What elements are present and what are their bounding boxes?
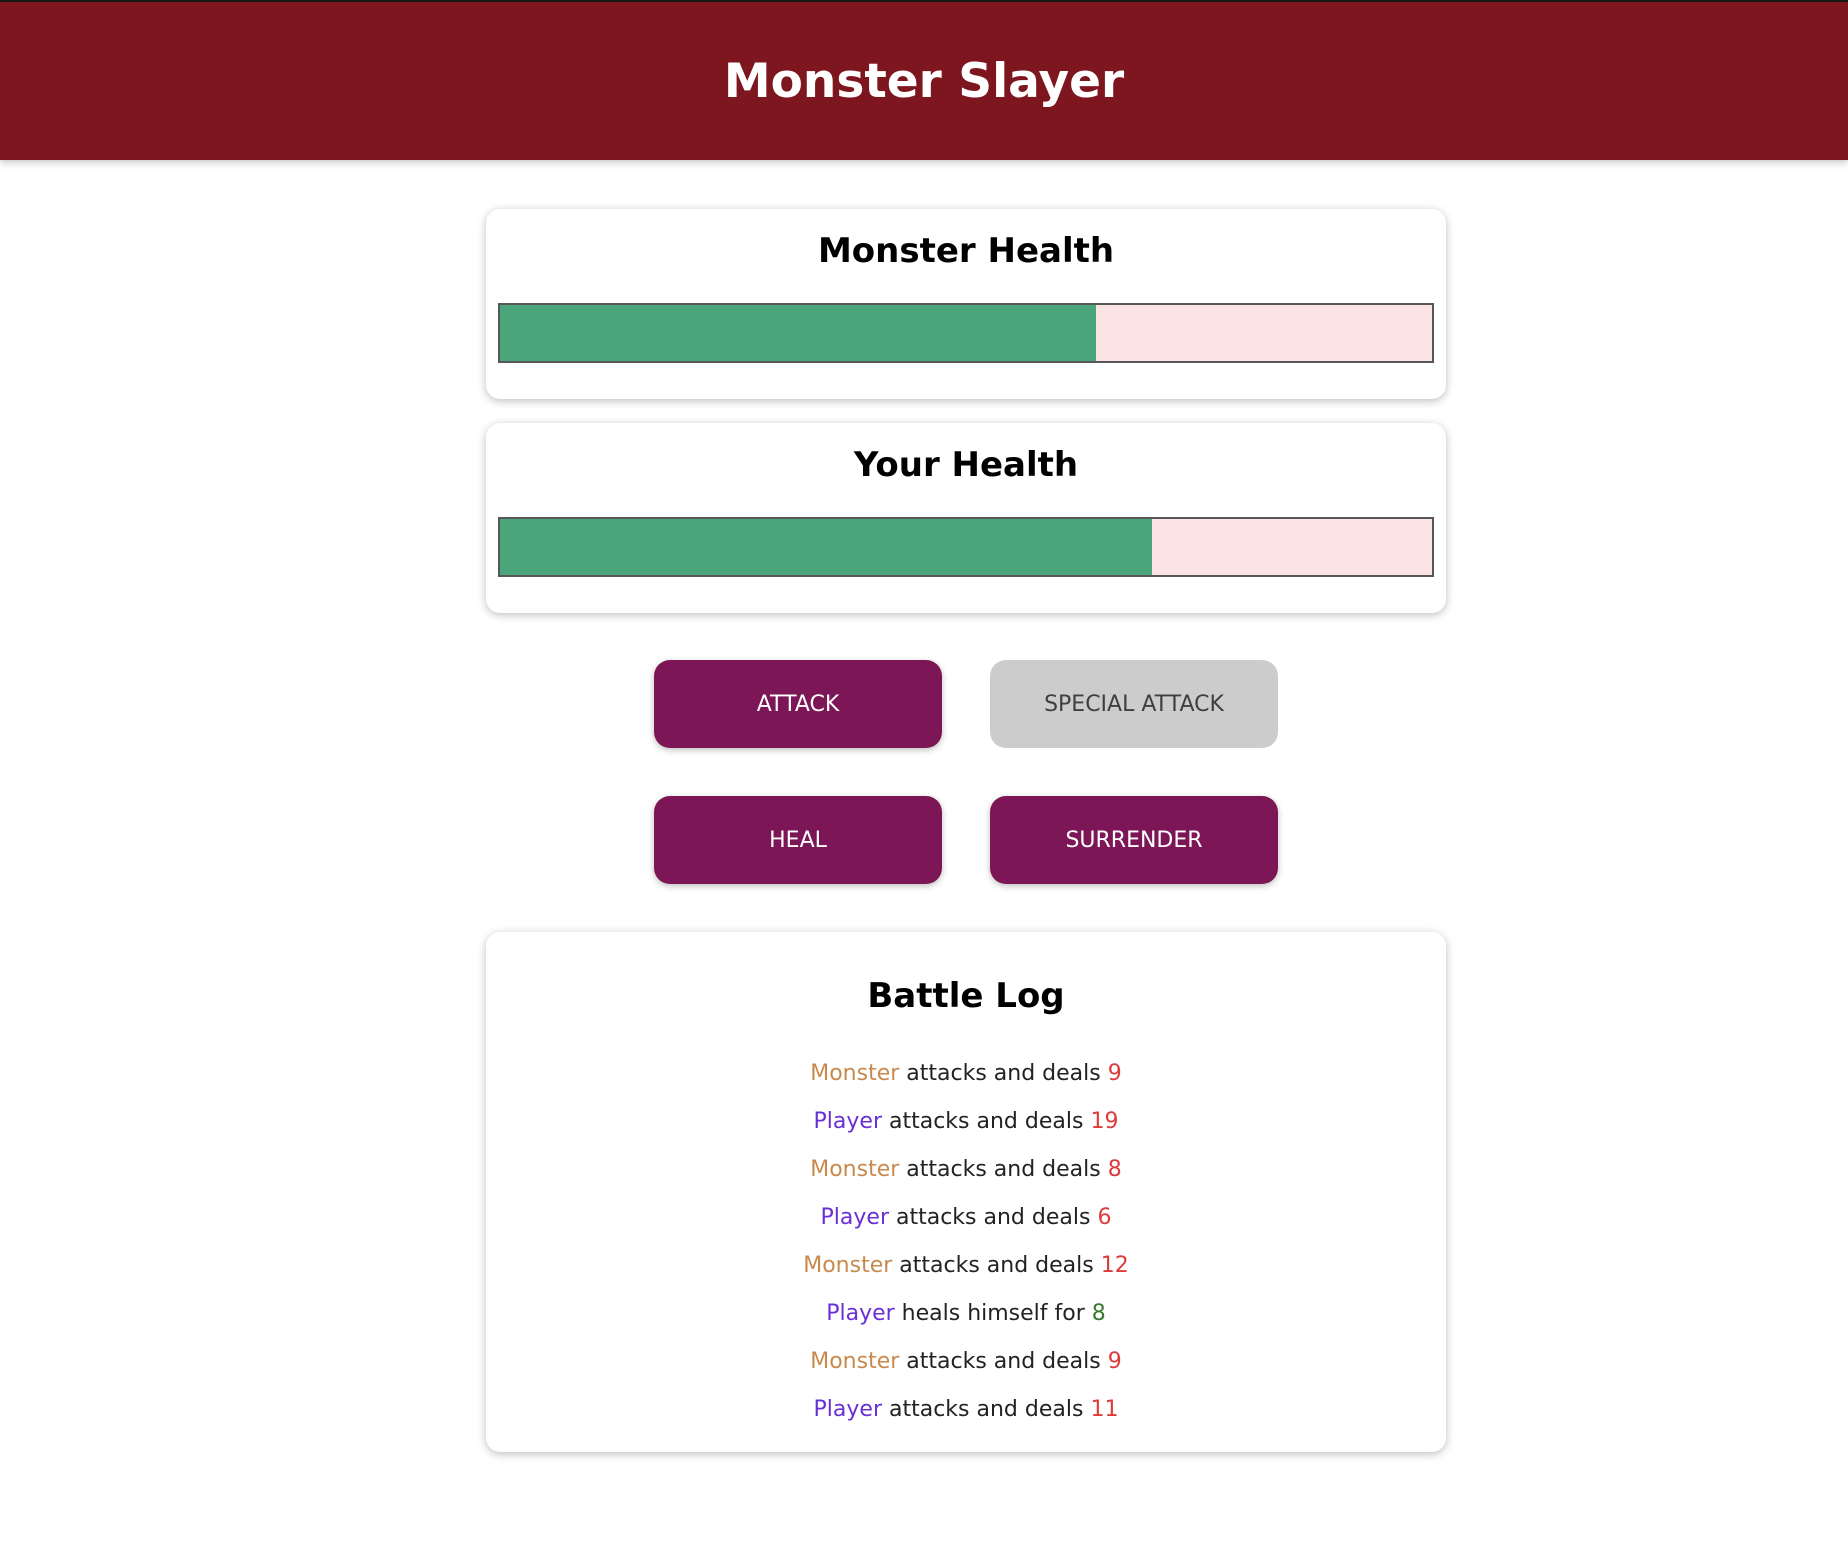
log-entry: Player heals himself for 8 xyxy=(486,1290,1446,1338)
monster-health-card: Monster Health xyxy=(486,209,1446,399)
log-entry-text: attacks and deals xyxy=(889,1397,1084,1422)
log-entry: Monster attacks and deals 9 xyxy=(486,1338,1446,1386)
log-entry-value: 12 xyxy=(1100,1253,1129,1278)
log-entry-actor: Monster xyxy=(803,1253,893,1278)
monster-health-title: Monster Health xyxy=(817,231,1115,271)
attack-button[interactable]: ATTACK xyxy=(654,660,942,748)
battle-log-card: Battle Log Monster attacks and deals 9 Pl… xyxy=(486,932,1446,1452)
log-entry-actor: Monster xyxy=(810,1061,900,1086)
log-entry: Monster attacks and deals 12 xyxy=(486,1242,1446,1290)
player-health-card: Your Health xyxy=(486,423,1446,613)
log-entry-value: 11 xyxy=(1090,1397,1119,1422)
log-entry-actor: Player xyxy=(826,1301,895,1326)
log-entry-actor: Player xyxy=(820,1205,889,1230)
log-entry-value: 8 xyxy=(1091,1301,1106,1326)
log-entry-text: attacks and deals xyxy=(906,1349,1101,1374)
monster-health-fill xyxy=(500,305,1097,361)
log-entry: Monster attacks and deals 8 xyxy=(486,1146,1446,1194)
log-entry: Player attacks and deals 6 xyxy=(486,1194,1446,1242)
log-entry: Monster attacks and deals 9 xyxy=(486,1050,1446,1098)
log-entry-actor: Player xyxy=(813,1109,882,1134)
log-entry: Player attacks and deals 19 xyxy=(486,1098,1446,1146)
log-entry-text: attacks and deals xyxy=(889,1109,1084,1134)
log-entry-text: heals himself for xyxy=(901,1301,1085,1326)
log-entry-text: attacks and deals xyxy=(896,1205,1091,1230)
log-entry-actor: Player xyxy=(813,1397,882,1422)
log-entry-text: attacks and deals xyxy=(906,1157,1101,1182)
log-entry-actor: Monster xyxy=(810,1157,900,1182)
monster-health-bar xyxy=(498,303,1434,363)
log-entry: Player attacks and deals 11 xyxy=(486,1386,1446,1434)
player-health-title: Your Health xyxy=(853,445,1079,485)
log-entry-value: 9 xyxy=(1107,1061,1122,1086)
log-entry-value: 8 xyxy=(1107,1157,1122,1182)
log-entry-actor: Monster xyxy=(810,1349,900,1374)
log-entry-value: 6 xyxy=(1097,1205,1112,1230)
battle-log-list: Monster attacks and deals 9 Player attack… xyxy=(486,1050,1446,1434)
player-health-bar xyxy=(498,517,1434,577)
heal-button[interactable]: HEAL xyxy=(654,796,942,884)
log-entry-value: 9 xyxy=(1107,1349,1122,1374)
log-entry-text: attacks and deals xyxy=(906,1061,1101,1086)
log-entry-text: attacks and deals xyxy=(899,1253,1094,1278)
surrender-button[interactable]: SURRENDER xyxy=(990,796,1278,884)
log-entry-value: 19 xyxy=(1090,1109,1119,1134)
battle-log-title: Battle Log xyxy=(867,976,1065,1016)
player-health-fill xyxy=(500,519,1153,575)
app-title: Monster Slayer xyxy=(723,53,1125,109)
special-attack-button[interactable]: SPECIAL ATTACK xyxy=(990,660,1278,748)
app-header: Monster Slayer xyxy=(0,2,1848,160)
